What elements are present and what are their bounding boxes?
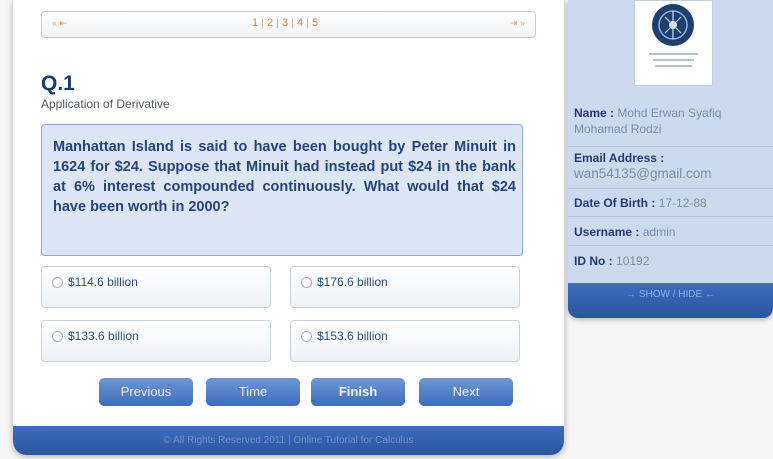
question-topic: Application of Derivative: [41, 97, 170, 111]
dob-label: Date Of Birth :: [574, 196, 656, 210]
dob-value: 17-12-88: [658, 196, 707, 210]
id-value: 10192: [616, 254, 650, 268]
footer-bar: © All Rights Reserved 2011 | Online Tuto…: [13, 426, 564, 455]
question-text: Manhattan Island is said to have been bo…: [53, 139, 516, 215]
profile-email-row: Email Address : wan54135@gmail.com: [568, 147, 773, 189]
university-logo: [634, 0, 713, 86]
pagination-bar: « ⇤ 1 | 2 | 3 | 4 | 5 ⇥ »: [41, 11, 536, 38]
time-button[interactable]: Time: [206, 378, 300, 406]
answer-option-1[interactable]: $114.6 billion: [41, 266, 271, 308]
profile-dob-row: Date Of Birth : 17-12-88: [568, 189, 773, 217]
show-hide-toggle[interactable]: → SHOW / HIDE ←: [568, 283, 773, 318]
finish-button[interactable]: Finish: [311, 378, 405, 406]
name-label: Name :: [574, 106, 615, 120]
page-link-5[interactable]: 5: [312, 17, 319, 29]
profile-panel: Name : Mohd Erwan Syafiq Mohamad Rodzi E…: [568, 0, 773, 318]
email-value: wan54135@gmail.com: [574, 166, 712, 181]
copyright-text: © All Rights Reserved 2011 | Online Tuto…: [163, 435, 414, 446]
radio-icon[interactable]: [301, 277, 312, 288]
page-numbers: 1 | 2 | 3 | 4 | 5: [252, 17, 319, 29]
previous-button[interactable]: Previous: [99, 378, 193, 406]
page-separator: |: [291, 17, 295, 29]
university-emblem-icon: [649, 4, 698, 67]
pager-prev-link[interactable]: « ⇤: [52, 18, 67, 29]
page-link-1[interactable]: 1: [252, 17, 259, 29]
quiz-panel: « ⇤ 1 | 2 | 3 | 4 | 5 ⇥ » Q.1 Application of Der…: [12, 0, 565, 455]
profile-id-row: ID No : 10192: [568, 246, 773, 276]
radio-icon[interactable]: [52, 331, 63, 342]
page-separator: |: [306, 17, 310, 29]
page-link-2[interactable]: 2: [267, 17, 274, 29]
page-link-3[interactable]: 3: [282, 17, 289, 29]
username-label: Username :: [574, 225, 640, 239]
id-label: ID No :: [574, 254, 613, 268]
answer-option-2[interactable]: $176.6 billion: [290, 266, 520, 308]
page-link-4[interactable]: 4: [297, 17, 304, 29]
answer-option-label: $133.6 billion: [68, 329, 139, 343]
question-number: Q.1: [41, 72, 75, 95]
answer-option-label: $114.6 billion: [68, 275, 138, 289]
next-button[interactable]: Next: [419, 378, 513, 406]
answer-option-4[interactable]: $153.6 billion: [290, 320, 520, 362]
profile-name-row: Name : Mohd Erwan Syafiq Mohamad Rodzi: [568, 102, 773, 147]
radio-icon[interactable]: [52, 277, 63, 288]
pager-next-link[interactable]: ⇥ »: [510, 18, 525, 29]
radio-icon[interactable]: [301, 331, 312, 342]
answer-option-label: $153.6 billion: [317, 329, 388, 343]
username-value: admin: [642, 225, 676, 239]
answer-option-label: $176.6 billion: [317, 275, 388, 289]
page-separator: |: [261, 17, 265, 29]
profile-username-row: Username : admin: [568, 217, 773, 246]
email-label: Email Address :: [574, 151, 665, 165]
answer-option-3[interactable]: $133.6 billion: [41, 320, 271, 362]
question-box: Manhattan Island is said to have been bo…: [41, 124, 523, 256]
page-separator: |: [276, 17, 280, 29]
